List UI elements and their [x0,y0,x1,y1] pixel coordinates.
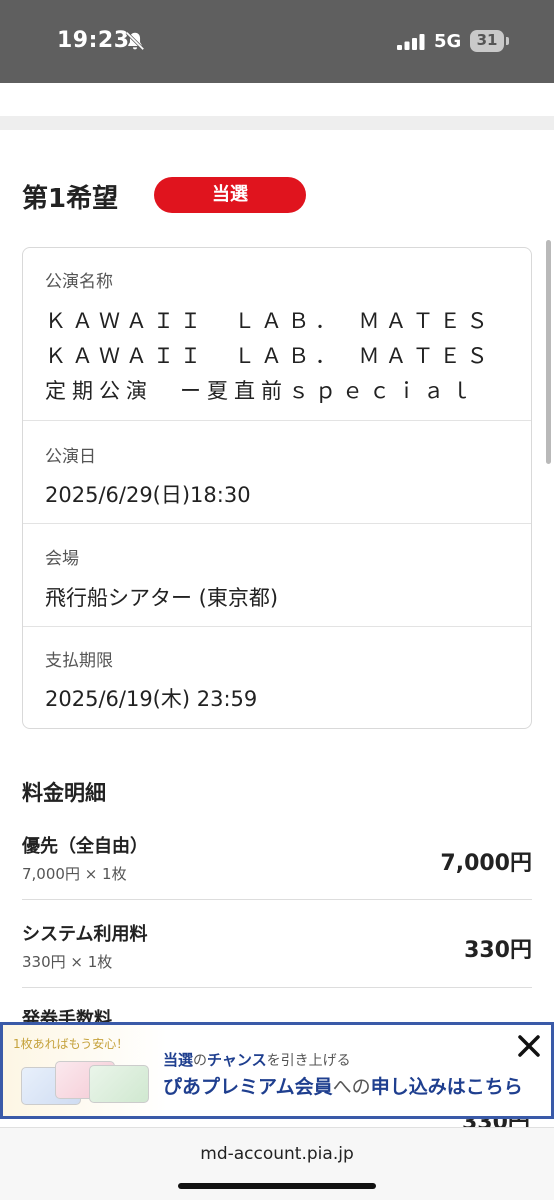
preference-title: 第1希望 [22,184,119,214]
fee-name: 優先（全自由） [22,836,148,857]
fee-detail: 330円 × 1枚 [22,953,113,971]
network-type: 5G [434,31,462,52]
battery-icon: 31 [470,30,510,52]
close-icon[interactable] [516,1033,542,1059]
venue: 飛行船シアター (東京都) [45,586,279,610]
payment-deadline: 2025/6/19(木) 23:59 [45,687,258,711]
member-card-image [21,1057,153,1105]
payment-deadline-row: 支払期限 2025/6/19(木) 23:59 [23,627,531,728]
scrollbar[interactable] [546,240,551,464]
performance-name: ＫＡＷＡＩＩ ＬＡＢ． ＭＡＴＥＳ ＫＡＷＡＩＩ ＬＡＢ． ＭＡＴＥＳ定期公演 … [45,309,521,403]
fee-name: システム利用料 [22,924,148,945]
fee-row-ticket: 優先（全自由） 7,000円 × 1枚 7,000円 [22,812,532,900]
venue-label: 会場 [45,549,79,569]
battery-level: 31 [476,31,498,49]
signal-icon [397,34,425,50]
status-badge: 当選 [154,177,306,213]
status-bar: 19:23 5G 31 [0,0,554,83]
performance-name-label: 公演名称 [45,272,113,292]
banner-link-text[interactable]: ぴあプレミアム会員への申し込みはこちら [163,1072,523,1099]
fee-detail: 7,000円 × 1枚 [22,865,127,883]
fee-amount: 7,000円 [440,851,532,876]
banner-tagline: 1枚あればもう安心！ [13,1037,129,1051]
performance-info-card: 公演名称 ＫＡＷＡＩＩ ＬＡＢ． ＭＡＴＥＳ ＫＡＷＡＩＩ ＬＡＢ． ＭＡＴＥＳ… [22,247,532,729]
payment-deadline-label: 支払期限 [45,651,113,671]
performance-date: 2025/6/29(日)18:30 [45,483,251,507]
url-text[interactable]: md-account.pia.jp [0,1144,554,1164]
performance-name-row: 公演名称 ＫＡＷＡＩＩ ＬＡＢ． ＭＡＴＥＳ ＫＡＷＡＩＩ ＬＡＢ． ＭＡＴＥＳ… [23,248,531,421]
fee-amount: 330円 [464,938,532,963]
premium-member-banner[interactable]: 1枚あればもう安心！ 当選のチャンスを引き上げる ぴあプレミアム会員への申し込み… [0,1022,554,1119]
browser-url-bar[interactable]: md-account.pia.jp [0,1127,554,1200]
banner-headline: 当選のチャンスを引き上げる [163,1051,351,1069]
home-indicator[interactable] [178,1183,376,1189]
venue-row: 会場 飛行船シアター (東京都) [23,524,531,627]
performance-date-row: 公演日 2025/6/29(日)18:30 [23,421,531,524]
status-time: 19:23 [57,28,130,53]
bell-slash-icon [125,31,145,51]
performance-date-label: 公演日 [45,447,96,467]
fee-details-title: 料金明細 [22,781,106,805]
section-divider [0,116,554,130]
fee-row-system: システム利用料 330円 × 1枚 330円 [22,900,532,988]
